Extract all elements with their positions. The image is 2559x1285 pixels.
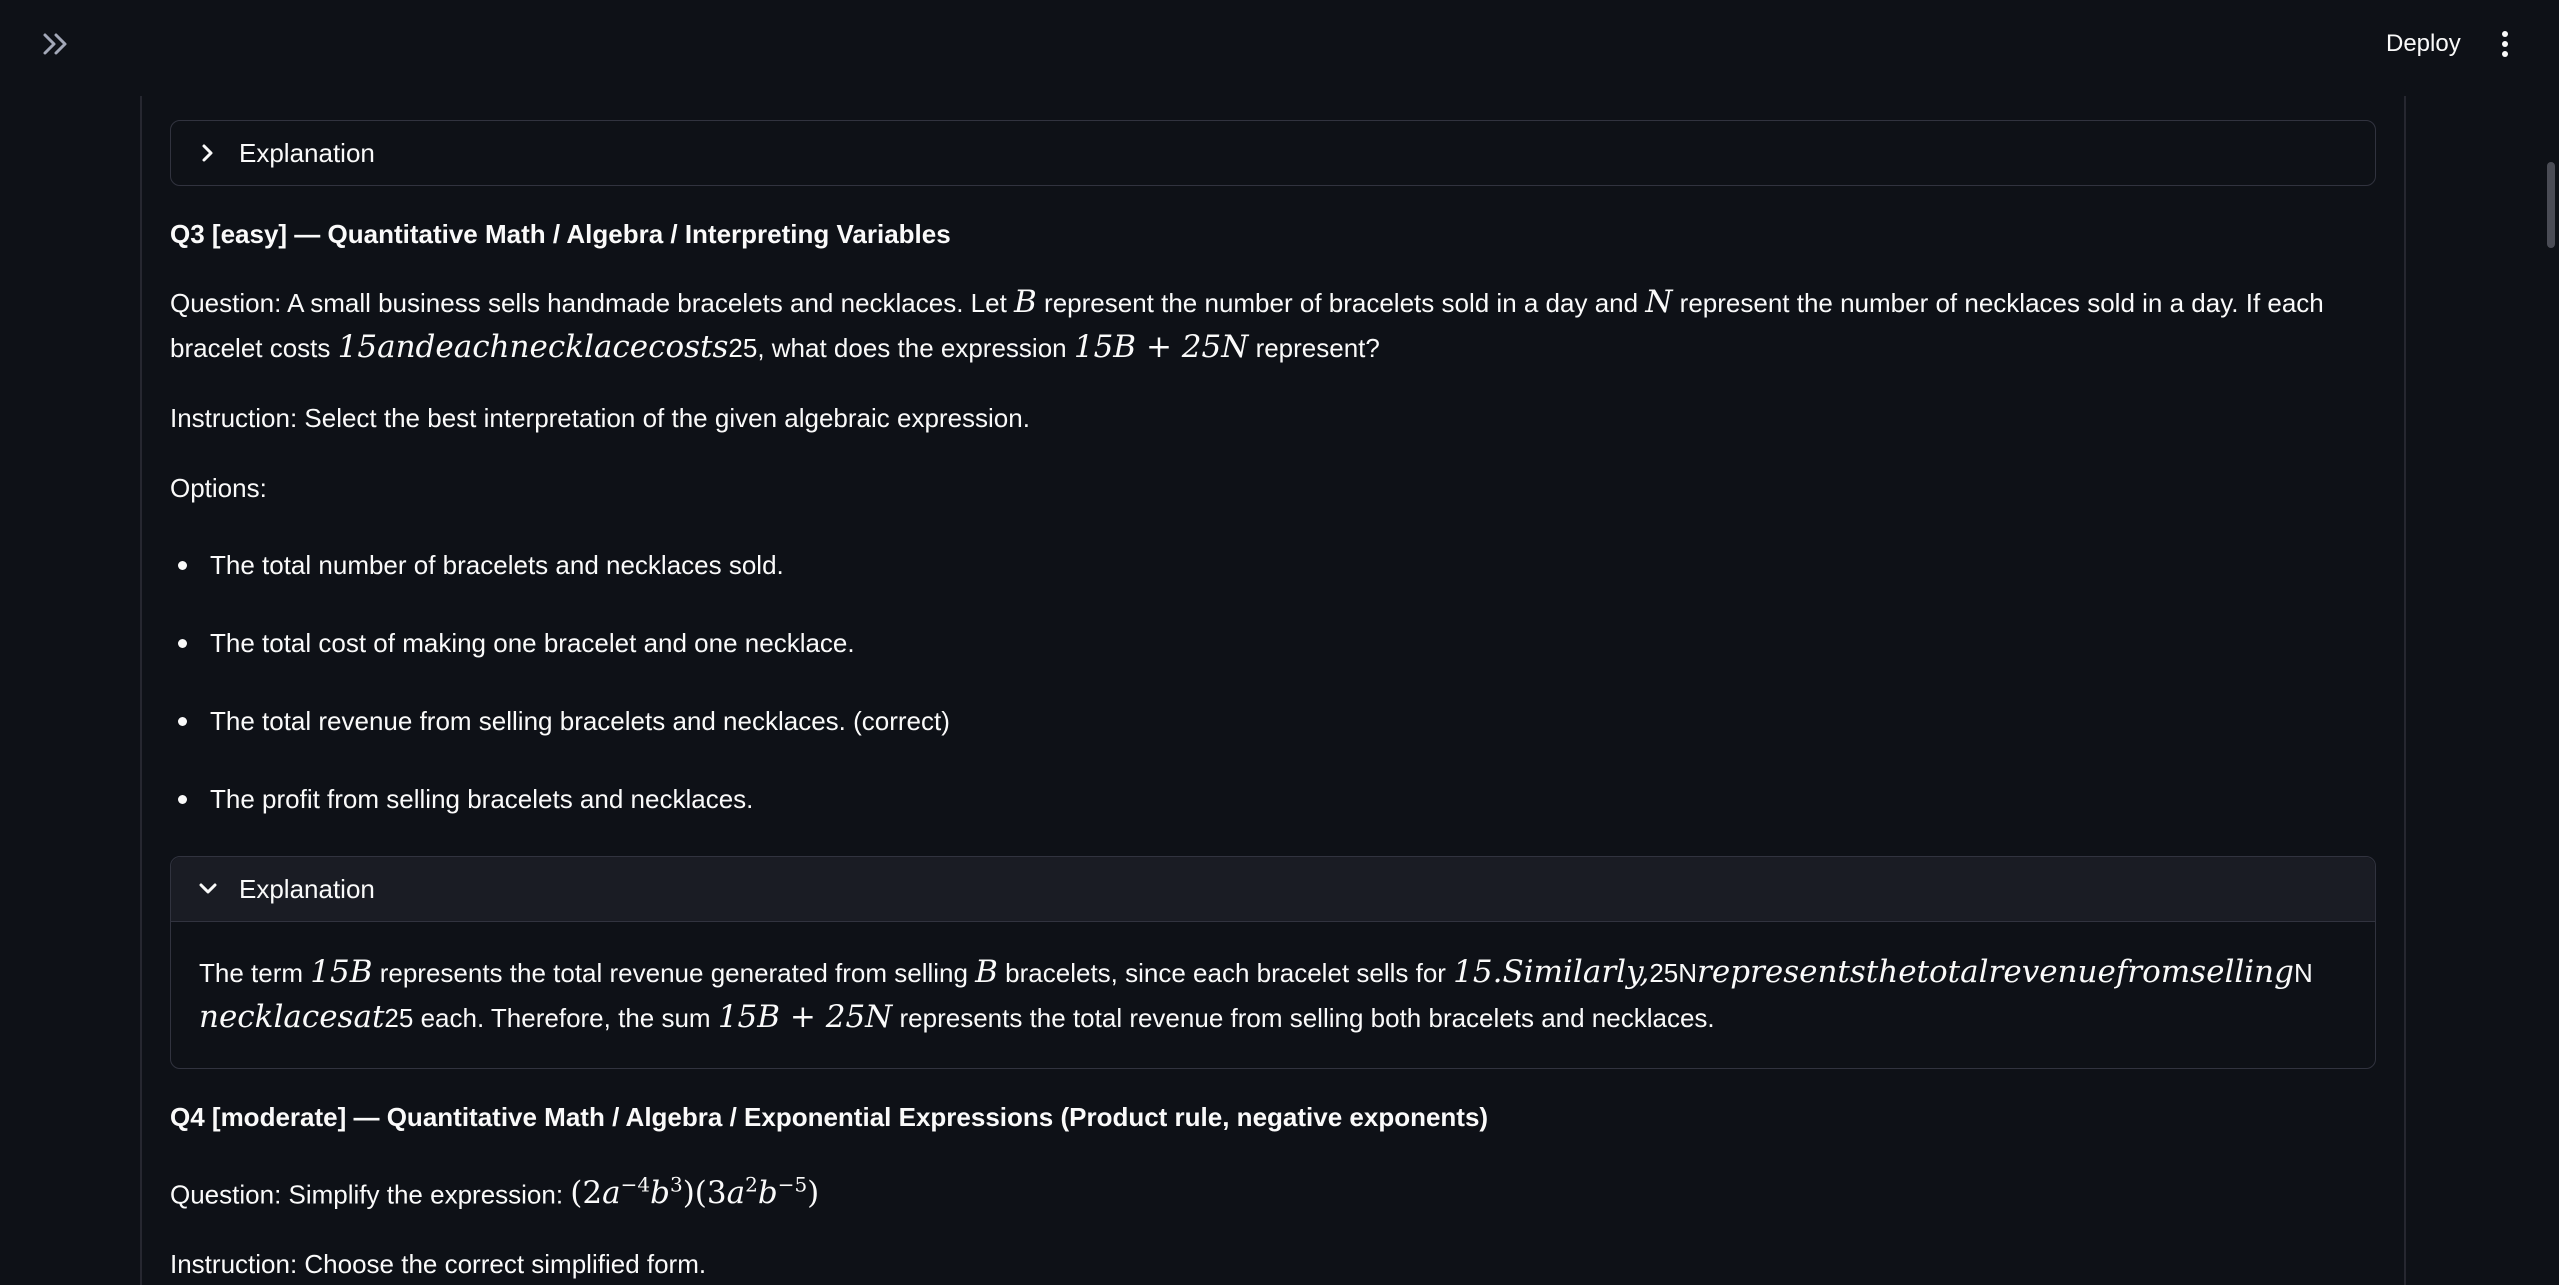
math-fragment: necklacesat bbox=[199, 999, 385, 1035]
question-heading-q4: Q4 [moderate] — Quantitative Math / Alge… bbox=[170, 1102, 1489, 1132]
double-chevron-right-icon[interactable] bbox=[40, 28, 72, 60]
expander-header[interactable]: Explanation bbox=[171, 121, 2375, 185]
question-text-q4: Question: Simplify the expression: (2a−4… bbox=[170, 1163, 2376, 1216]
list-item: The total cost of making one bracelet an… bbox=[170, 622, 2376, 664]
math-fragment: 15andeachnecklacecosts bbox=[337, 329, 729, 365]
explanation-text-part: bracelets, since each bracelet sells for bbox=[997, 958, 1454, 988]
explanation-text-part: The term bbox=[199, 958, 311, 988]
question-text-part: represent the number of bracelets sold i… bbox=[1036, 288, 1646, 318]
math-fragment: representsthetotalrevenuefromselling bbox=[1697, 954, 2294, 990]
content-area: Explanation Q3 [easy] — Quantitative Mat… bbox=[170, 120, 2376, 1285]
instruction-text-q4: Instruction: Choose the correct simplifi… bbox=[170, 1249, 707, 1280]
math-fragment: 15B + 25N bbox=[717, 999, 893, 1035]
chevron-down-icon bbox=[197, 878, 219, 900]
question-text-part: Question: Simplify the expression: bbox=[170, 1179, 571, 1210]
main-content-block: Explanation Q3 [easy] — Quantitative Mat… bbox=[140, 96, 2406, 1285]
scrollbar-thumb[interactable] bbox=[2547, 162, 2555, 248]
question-text-part: 25, what does the expression bbox=[728, 333, 1074, 363]
instruction-text-q3: Instruction: Select the best interpretat… bbox=[170, 403, 1030, 433]
explanation-text-part: 25 each. Therefore, the sum bbox=[384, 1003, 718, 1033]
explanation-text-part: 25N bbox=[1649, 958, 1698, 988]
top-bar: Deploy bbox=[0, 0, 2559, 90]
math-expression: (2a−4b3)(3a2b−5) bbox=[570, 1173, 820, 1212]
expander-label: Explanation bbox=[239, 873, 375, 904]
explanation-expander-open[interactable]: Explanation The term 15B represents the … bbox=[170, 856, 2376, 1069]
question-text-q3: Question: A small business sells handmad… bbox=[170, 280, 2376, 370]
question-heading-q3: Q3 [easy] — Quantitative Math / Algebra … bbox=[170, 219, 951, 249]
explanation-text-part: represents the total revenue generated f… bbox=[372, 958, 976, 988]
list-item: The total number of bracelets and neckla… bbox=[170, 544, 2376, 586]
math-variable: B bbox=[1014, 284, 1037, 320]
math-fragment: 15B bbox=[310, 954, 373, 990]
explanation-text: The term 15B represents the total revenu… bbox=[171, 922, 2375, 1068]
chevron-right-icon bbox=[197, 142, 219, 164]
math-variable: N bbox=[1645, 284, 1673, 320]
explanation-text-part: N bbox=[2294, 958, 2313, 988]
math-fragment: B bbox=[975, 954, 998, 990]
explanation-text-part: represents the total revenue from sellin… bbox=[892, 1003, 1715, 1033]
list-item: The total revenue from selling bracelets… bbox=[170, 700, 2376, 742]
deploy-button[interactable]: Deploy bbox=[2372, 22, 2475, 66]
expander-header[interactable]: Explanation bbox=[171, 857, 2375, 922]
math-fragment: 15.Similarly, bbox=[1453, 954, 1650, 990]
list-item: The profit from selling bracelets and ne… bbox=[170, 778, 2376, 820]
options-label: Options: bbox=[170, 473, 267, 503]
math-expression: 15B + 25N bbox=[1073, 329, 1249, 365]
question-text-part: Question: A small business sells handmad… bbox=[170, 288, 1015, 318]
vertical-ellipsis-icon[interactable] bbox=[2490, 22, 2520, 66]
options-list: The total number of bracelets and neckla… bbox=[170, 544, 2376, 820]
expander-label: Explanation bbox=[239, 137, 375, 168]
explanation-expander-collapsed[interactable]: Explanation bbox=[170, 120, 2376, 186]
question-text-part: represent? bbox=[1248, 333, 1380, 363]
